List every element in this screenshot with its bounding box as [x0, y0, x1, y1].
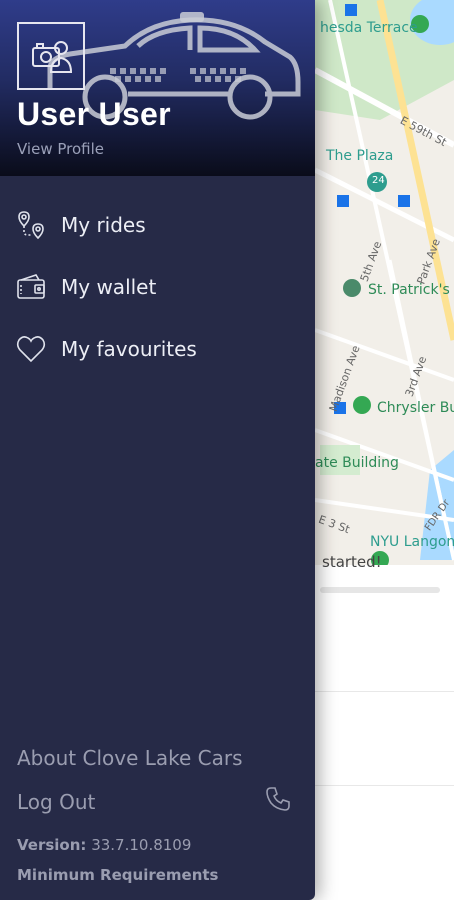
menu-item-label: My wallet [61, 275, 157, 299]
map-label-patricks: St. Patrick's C [368, 282, 454, 298]
logout-button[interactable]: Log Out [17, 790, 95, 814]
drawer-header[interactable]: User User View Profile [0, 0, 315, 176]
about-link[interactable]: About Clove Lake Cars [17, 746, 243, 770]
route-pins-icon [16, 210, 46, 240]
heart-icon [16, 334, 46, 364]
menu-item-my-favourites[interactable]: My favourites [0, 324, 315, 374]
menu-item-my-rides[interactable]: My rides [0, 200, 315, 250]
sheet-divider [320, 587, 440, 593]
map-badge-24: 24 [372, 175, 385, 186]
menu-item-my-wallet[interactable]: My wallet [0, 262, 315, 312]
menu-item-label: My rides [61, 213, 146, 237]
navigation-drawer: User User View Profile My rides My walle… [0, 0, 315, 900]
map-label-nyu: NYU Langon [370, 534, 454, 550]
phone-icon[interactable] [264, 785, 292, 817]
version-value: 33.7.10.8109 [91, 836, 192, 854]
map-label-state-building: ate Building [315, 455, 399, 471]
sheet-divider [315, 785, 454, 786]
sheet-divider [315, 691, 454, 692]
wallet-icon [16, 272, 46, 302]
map-label-terrace: hesda Terrace [320, 20, 418, 36]
profile-photo-icon [32, 41, 73, 73]
sheet-partial-text: started! [322, 553, 382, 571]
menu-item-label: My favourites [61, 337, 197, 361]
map-label-chrysler: Chrysler Bu [377, 400, 454, 416]
view-profile-link[interactable]: View Profile [17, 140, 104, 158]
minimum-requirements-link[interactable]: Minimum Requirements [17, 866, 218, 884]
avatar[interactable] [17, 22, 85, 90]
map-label-plaza: The Plaza [326, 148, 394, 164]
bottom-sheet[interactable]: started! [300, 553, 454, 900]
user-name: User User [17, 96, 171, 132]
version-info: Version: 33.7.10.8109 [17, 836, 191, 854]
version-label: Version: [17, 836, 87, 854]
